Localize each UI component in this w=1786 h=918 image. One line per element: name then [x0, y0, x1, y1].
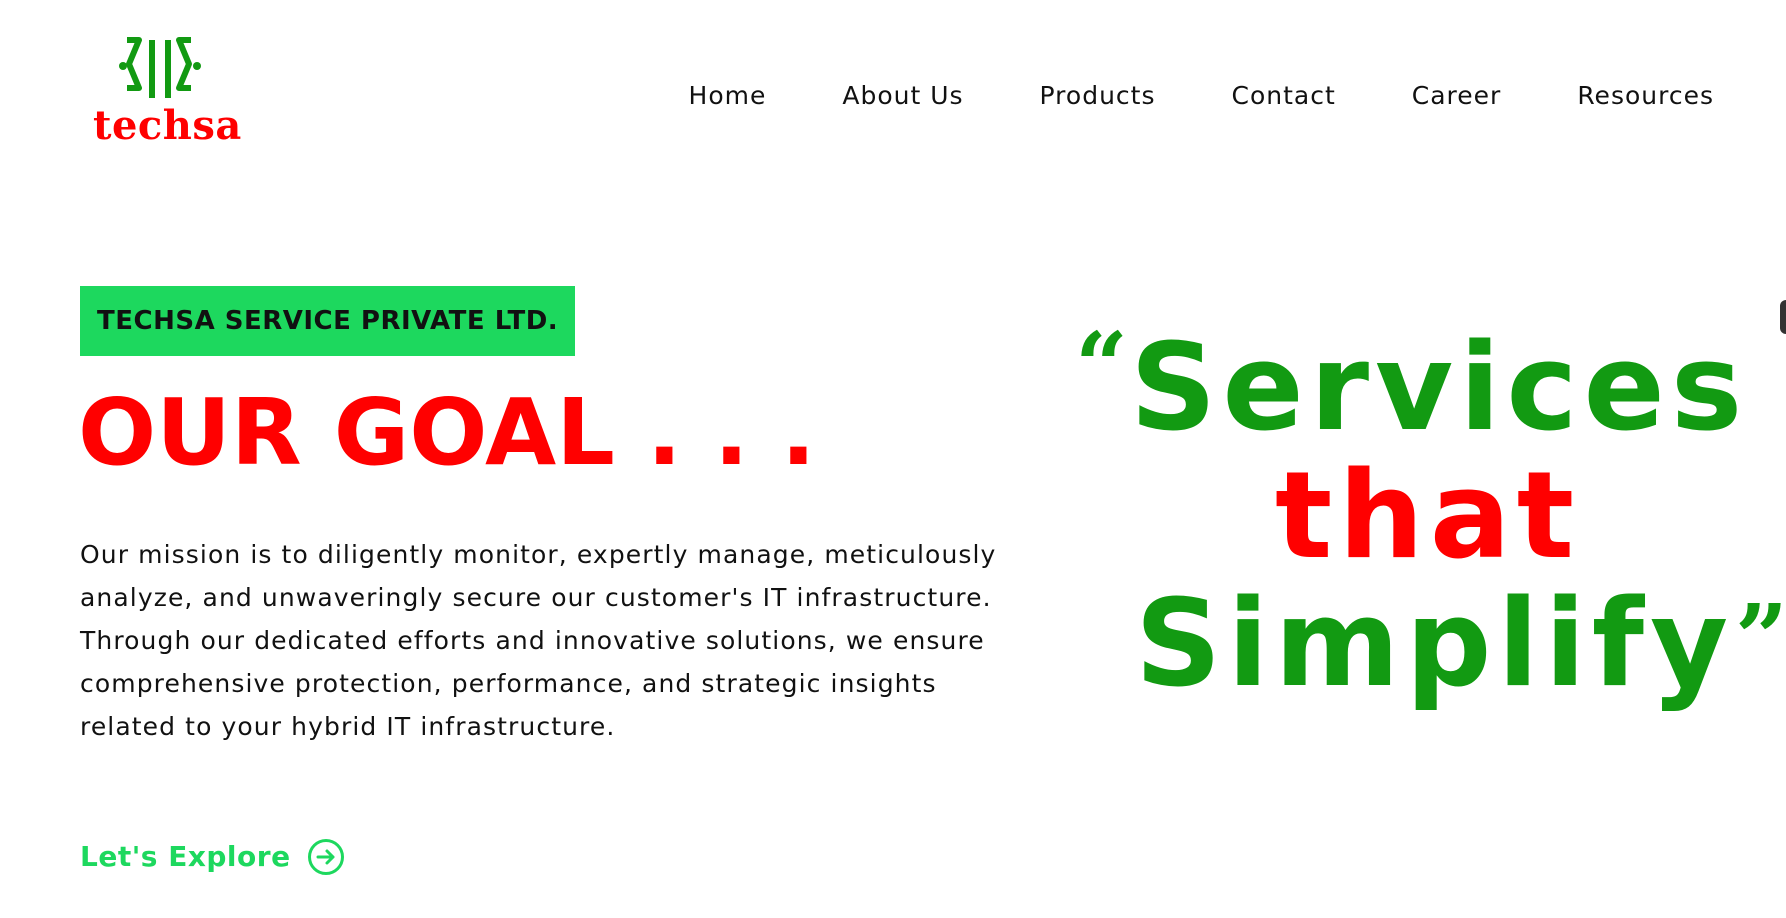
nav-item-about-us[interactable]: About Us — [842, 76, 963, 116]
edge-scroll-handle[interactable] — [1780, 300, 1786, 334]
slogan-line-simplify: Simplify — [1135, 575, 1735, 714]
nav-item-resources[interactable]: Resources — [1577, 76, 1714, 116]
nav-item-home[interactable]: Home — [689, 76, 767, 116]
slogan-line-that: that — [1275, 447, 1581, 586]
hero-title: OUR GOAL . . . — [78, 379, 816, 486]
logo-text: techsa — [93, 102, 242, 149]
lets-explore-button[interactable]: Let's Explore — [80, 835, 345, 879]
slogan-line-services: Services — [1130, 319, 1749, 458]
company-badge: TECHSA SERVICE PRIVATE LTD. — [80, 286, 576, 356]
main-nav: Home About Us Products Contact Career Re… — [613, 76, 1714, 116]
nav-item-products[interactable]: Products — [1040, 76, 1156, 116]
close-quote-mark: ” — [1735, 584, 1786, 692]
logo[interactable]: techsa — [90, 36, 241, 149]
lets-explore-label: Let's Explore — [80, 840, 291, 873]
nav-item-contact[interactable]: Contact — [1232, 76, 1336, 116]
arrow-right-circle-icon — [307, 839, 344, 875]
slogan: “ Services that Simplify ” — [1075, 310, 1786, 730]
hero-description: Our mission is to diligently monitor, ex… — [80, 540, 997, 741]
open-quote-mark: “ — [1075, 312, 1128, 420]
techsa-mark-icon — [119, 37, 201, 98]
nav-item-career[interactable]: Career — [1412, 76, 1502, 116]
